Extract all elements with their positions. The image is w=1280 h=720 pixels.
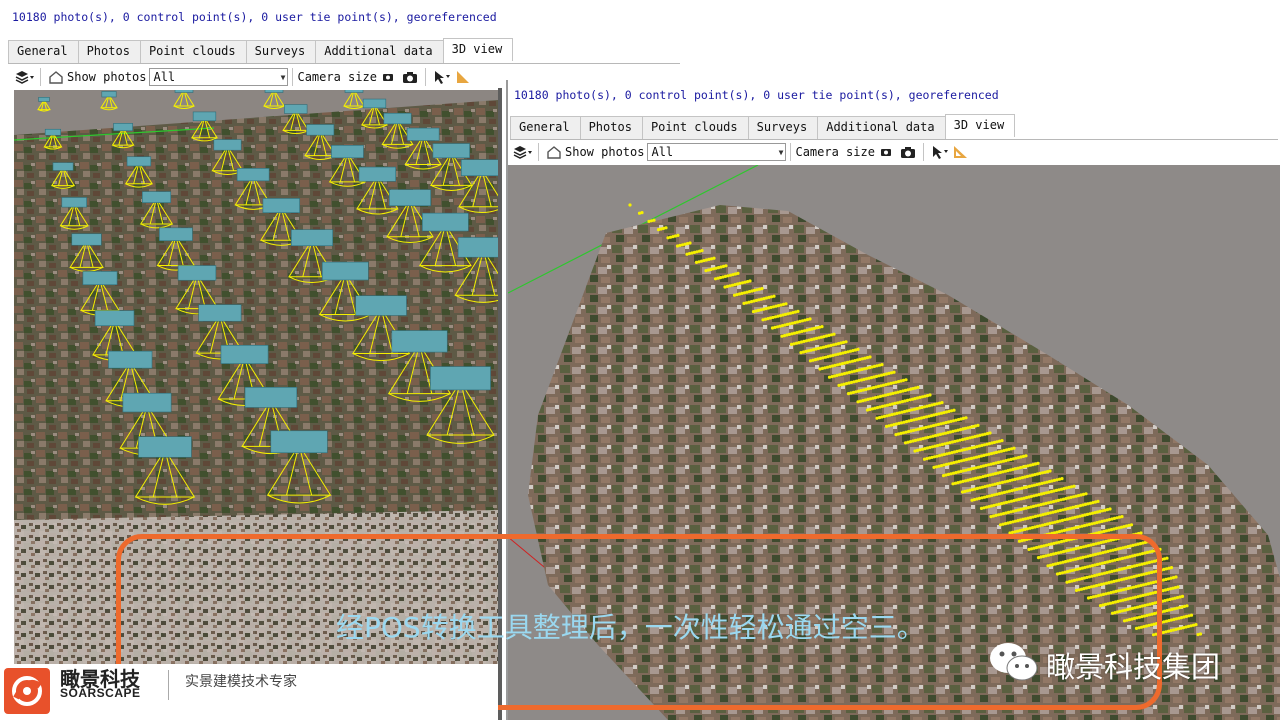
camera-position-dot bbox=[964, 416, 968, 420]
camera-position-dot bbox=[892, 370, 896, 374]
camera-position-dot bbox=[736, 271, 740, 275]
camera-position-dot bbox=[1072, 484, 1076, 488]
camera-position-dot bbox=[652, 218, 656, 222]
camera-position-dot bbox=[1060, 477, 1064, 481]
home-icon[interactable] bbox=[543, 142, 565, 162]
tab-3d-view[interactable]: 3D view bbox=[442, 38, 514, 61]
camera-position-dot bbox=[1120, 515, 1124, 519]
camera-position-dot bbox=[928, 393, 932, 397]
camera-small-icon[interactable] bbox=[377, 67, 399, 87]
view-toolbar: Show photos All ▼ Camera size bbox=[14, 66, 474, 88]
home-icon[interactable] bbox=[45, 67, 67, 87]
show-photos-value: All bbox=[153, 70, 176, 84]
camera-position-dot bbox=[1169, 566, 1174, 570]
ruler-icon[interactable] bbox=[950, 142, 972, 162]
tab-bar: General Photos Point clouds Surveys Addi… bbox=[510, 114, 1278, 140]
camera-position-dot bbox=[1096, 499, 1100, 503]
camera-position-dot bbox=[760, 287, 764, 291]
camera-position-dot bbox=[916, 385, 920, 389]
camera-position-dot bbox=[784, 302, 788, 306]
show-photos-select[interactable]: All ▼ bbox=[149, 68, 289, 86]
camera-position-dot bbox=[1189, 613, 1194, 617]
camera-position-dot bbox=[676, 233, 680, 237]
tab-general[interactable]: General bbox=[510, 116, 581, 139]
camera-position-dot bbox=[856, 347, 860, 351]
camera-position-dot bbox=[952, 408, 956, 412]
wechat-icon bbox=[990, 643, 1038, 681]
camera-position-dot bbox=[976, 423, 980, 427]
camera-position-dot bbox=[844, 340, 848, 344]
wechat-account-name: 瞰景科技集团 bbox=[1046, 650, 1221, 684]
camera-position-dot bbox=[688, 241, 692, 245]
camera-position-dot bbox=[832, 332, 836, 336]
show-photos-label: Show photos bbox=[67, 70, 147, 84]
camera-position-dot bbox=[640, 211, 644, 215]
camera-position-dot bbox=[1012, 446, 1016, 450]
camera-icon[interactable] bbox=[897, 142, 919, 162]
chevron-down-icon: ▼ bbox=[280, 72, 286, 82]
tab-general[interactable]: General bbox=[8, 40, 79, 63]
show-photos-value: All bbox=[651, 145, 674, 159]
tab-point-clouds[interactable]: Point clouds bbox=[139, 40, 247, 63]
camera-position-dot bbox=[1108, 507, 1112, 511]
status-bar-text: 10180 photo(s), 0 control point(s), 0 us… bbox=[12, 10, 497, 24]
pointer-icon[interactable] bbox=[430, 67, 452, 87]
tab-point-clouds[interactable]: Point clouds bbox=[641, 116, 749, 139]
camera-position-dot bbox=[772, 294, 776, 298]
camera-position-dot bbox=[1185, 604, 1189, 608]
pointer-icon[interactable] bbox=[928, 142, 950, 162]
ruler-icon[interactable] bbox=[452, 67, 474, 87]
camera-position-dot bbox=[820, 325, 824, 329]
camera-position-dot bbox=[1036, 461, 1040, 465]
show-photos-label: Show photos bbox=[565, 145, 645, 159]
camera-position-dot bbox=[1198, 632, 1203, 636]
camera-position-dot bbox=[664, 226, 668, 230]
layers-icon[interactable] bbox=[14, 67, 36, 87]
brand-name-en: SOARSCAPE bbox=[60, 686, 141, 700]
camera-position-dot bbox=[1000, 439, 1004, 443]
caption-text: 经POS转换工具整理后，一次性轻松通过空三。 bbox=[336, 611, 925, 644]
camera-position-dot bbox=[1048, 469, 1052, 473]
camera-position-dot bbox=[1165, 556, 1169, 560]
brand-tagline: 实景建模技术专家 bbox=[168, 670, 365, 700]
camera-position-dot bbox=[1024, 454, 1028, 458]
camera-position-dot bbox=[808, 317, 812, 321]
camera-position-dot bbox=[904, 378, 908, 382]
camera-position-dot bbox=[748, 279, 752, 283]
camera-position-dot bbox=[1084, 492, 1088, 496]
camera-position-dot bbox=[700, 249, 704, 253]
tab-additional-data[interactable]: Additional data bbox=[315, 40, 444, 63]
camera-position-dot bbox=[1176, 585, 1180, 589]
chevron-down-icon: ▼ bbox=[778, 147, 784, 157]
tab-photos[interactable]: Photos bbox=[579, 116, 643, 139]
soarscape-logo bbox=[4, 668, 50, 714]
tab-additional-data[interactable]: Additional data bbox=[817, 116, 946, 139]
camera-position-dot bbox=[1174, 575, 1178, 579]
camera-position-dot bbox=[880, 363, 884, 367]
tab-surveys[interactable]: Surveys bbox=[747, 116, 819, 139]
camera-position-dot bbox=[628, 203, 632, 207]
camera-position-dot bbox=[1180, 594, 1185, 598]
camera-size-label: Camera size bbox=[795, 145, 875, 159]
camera-small-icon[interactable] bbox=[875, 142, 897, 162]
show-photos-select[interactable]: All ▼ bbox=[647, 143, 787, 161]
camera-size-label: Camera size bbox=[297, 70, 377, 84]
status-bar-text: 10180 photo(s), 0 control point(s), 0 us… bbox=[514, 88, 999, 102]
camera-position-dot bbox=[724, 264, 728, 268]
tab-surveys[interactable]: Surveys bbox=[245, 40, 317, 63]
layers-icon[interactable] bbox=[512, 142, 534, 162]
tab-bar: General Photos Point clouds Surveys Addi… bbox=[8, 38, 680, 64]
view-toolbar: Show photos All ▼ Camera size bbox=[512, 141, 972, 163]
camera-position-dot bbox=[1194, 623, 1198, 627]
camera-position-dot bbox=[796, 309, 800, 313]
tab-3d-view[interactable]: 3D view bbox=[944, 114, 1016, 137]
camera-icon[interactable] bbox=[399, 67, 421, 87]
tab-photos[interactable]: Photos bbox=[77, 40, 141, 63]
camera-position-dot bbox=[988, 431, 992, 435]
camera-position-dot bbox=[940, 401, 944, 405]
camera-position-dot bbox=[868, 355, 872, 359]
camera-position-dot bbox=[1129, 523, 1134, 527]
camera-position-dot bbox=[712, 256, 716, 260]
